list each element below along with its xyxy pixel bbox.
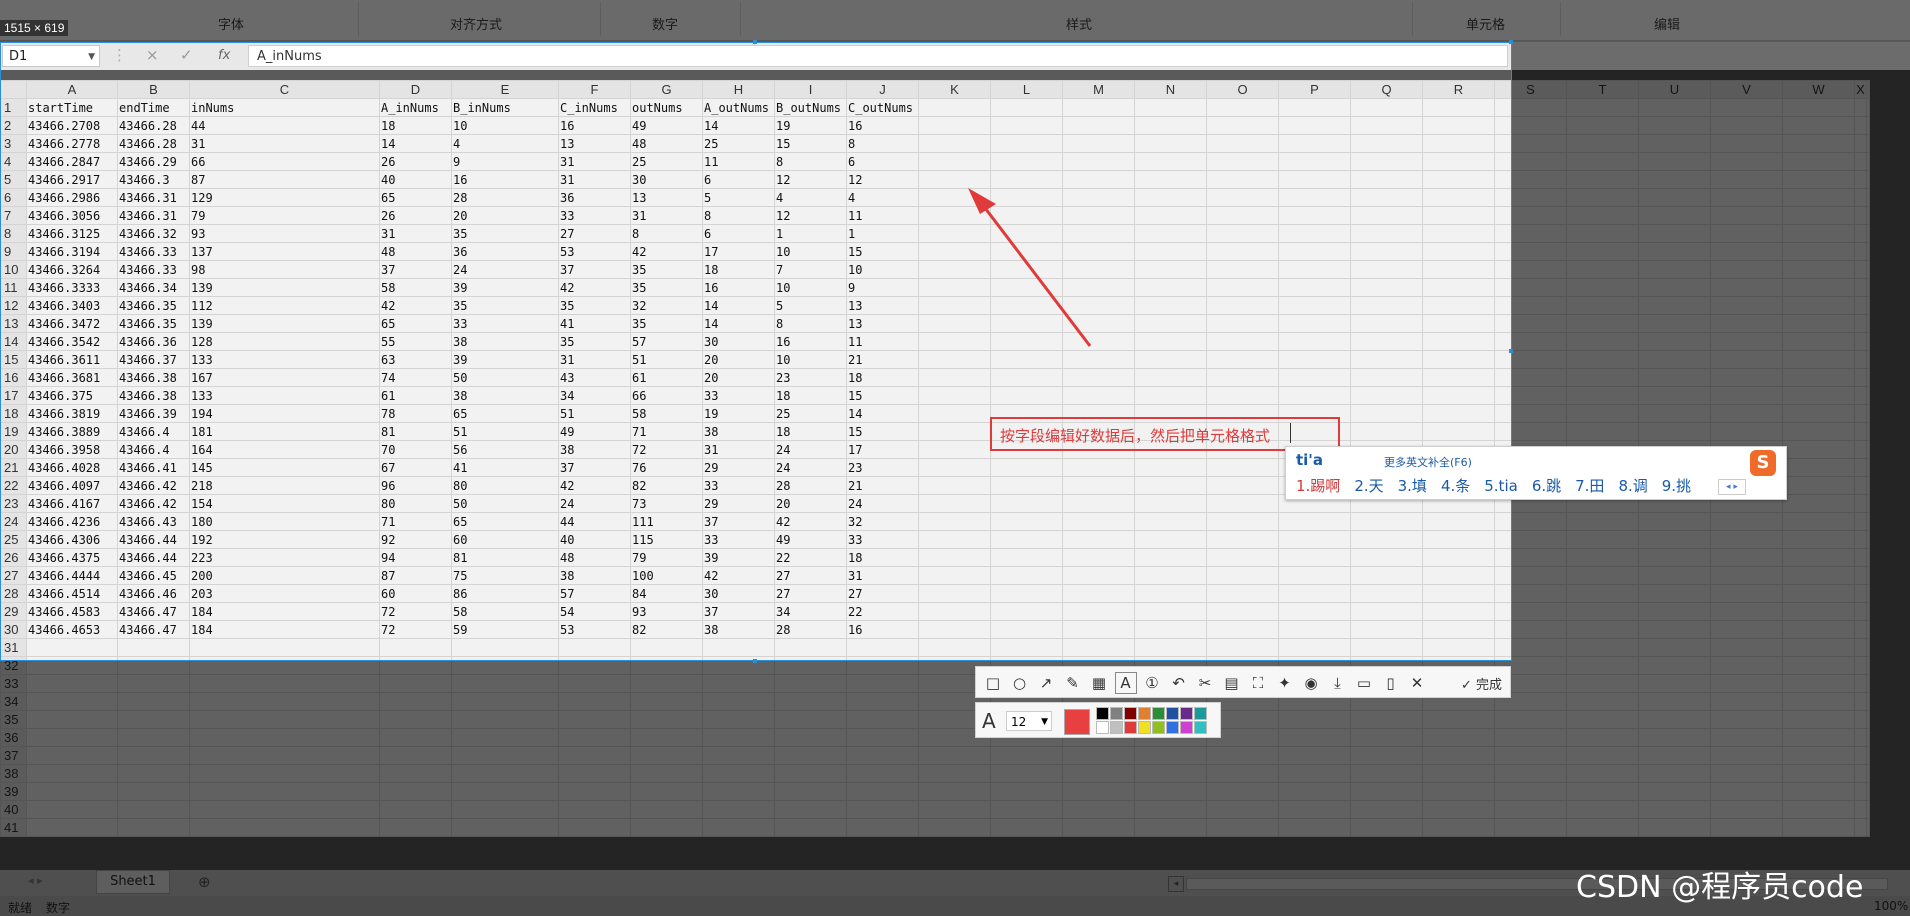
download-icon[interactable]: ⤓ [1327,672,1349,694]
color-swatch[interactable] [1166,707,1179,720]
color-swatch[interactable] [1096,721,1109,734]
mosaic-icon[interactable]: ▦ [1088,672,1110,694]
color-swatch[interactable] [1096,707,1109,720]
zoom-level[interactable]: 100% [1874,899,1908,913]
undo-icon[interactable]: ↶ [1168,672,1190,694]
tab-nav-icon[interactable]: ◂ ▸ [28,874,43,887]
bookmark-icon[interactable]: ▯ [1380,672,1402,694]
ocr-icon[interactable]: ▤ [1221,672,1243,694]
ime-more-link[interactable]: 更多英文补全(F6) [1384,454,1472,470]
color-swatch[interactable] [1166,721,1179,734]
text-icon[interactable]: A [1114,672,1137,694]
screenshot-toolbar: ✓ 完成 □ ○ ↗ ✎ ▦ A ① ↶ ✂ ▤ ⛶ ✦ ◉ ⤓ ▭ ▯ ✕ [975,666,1511,698]
color-swatch[interactable] [1124,721,1137,734]
done-label: 完成 [1475,678,1502,693]
copy-icon[interactable]: ▭ [1353,672,1375,694]
font-size-select[interactable]: 12 ▼ [1006,711,1052,731]
ime-candidate[interactable]: 1.踢啊 [1296,477,1340,495]
ime-candidate[interactable]: 7.田 [1575,477,1604,495]
close-icon[interactable]: ✕ [1406,672,1428,694]
color-swatch[interactable] [1138,707,1151,720]
arrow-head [968,188,996,214]
text-annotation[interactable]: 按字段编辑好数据后，然后把单元格格式 [1000,425,1270,446]
color-swatch[interactable] [1180,707,1193,720]
color-swatch[interactable] [1110,721,1123,734]
arrow-icon[interactable]: ↗ [1035,672,1057,694]
color-swatch[interactable] [1110,707,1123,720]
translate-icon[interactable]: ⛶ [1247,672,1269,694]
ime-candidate-window: ti'a 更多英文补全(F6) S 1.踢啊 2.天 3.填 4.条 5.tia 6.跳 7… [1285,446,1787,500]
check-icon: ✓ [1460,678,1472,693]
chevron-down-icon: ▼ [1041,717,1048,727]
ime-pinyin: ti'a [1296,451,1324,469]
color-swatch[interactable] [1194,721,1207,734]
ime-candidate[interactable]: 3.填 [1398,477,1427,495]
color-swatch[interactable] [1152,707,1165,720]
color-swatch[interactable] [1124,707,1137,720]
record-icon[interactable]: ◉ [1300,672,1322,694]
number-icon[interactable]: ① [1141,672,1163,694]
color-swatch[interactable] [1194,707,1207,720]
ime-candidate[interactable]: 4.条 [1441,477,1470,495]
arrow-shaft [980,203,1092,347]
watermark: CSDN @程序员code [1576,870,1864,905]
ime-candidate[interactable]: 6.跳 [1532,477,1561,495]
rect-icon[interactable]: □ [982,672,1004,694]
scroll-left-icon[interactable]: ◂ [1168,876,1184,892]
current-color-swatch[interactable] [1064,709,1090,735]
status-ready: 就绪 [8,901,33,915]
color-swatch[interactable] [1138,721,1151,734]
add-sheet-icon[interactable]: ⊕ [198,873,211,891]
text-style-bar: A 12 ▼ [975,702,1221,738]
ime-candidates: 1.踢啊 2.天 3.填 4.条 5.tia 6.跳 7.田 8.调 9.挑 [1296,475,1705,496]
color-swatch[interactable] [1152,721,1165,734]
ellipse-icon[interactable]: ○ [1009,672,1031,694]
ime-candidate[interactable]: 2.天 [1354,477,1383,495]
ime-candidate[interactable]: 8.调 [1618,477,1647,495]
color-swatch[interactable] [1180,721,1193,734]
ime-candidate[interactable]: 9.挑 [1662,477,1691,495]
text-caret [1290,423,1291,443]
sogou-logo-icon: S [1750,450,1776,476]
font-size-value: 12 [1011,715,1027,729]
status-mode: 数字 [46,901,71,915]
pin-icon[interactable]: ✂ [1194,672,1216,694]
tab-sheet1[interactable]: Sheet1 [96,870,170,894]
pen-icon[interactable]: ✎ [1062,672,1084,694]
ime-candidate[interactable]: 5.tia [1484,477,1518,495]
ime-pager-icon[interactable]: ◂ ▸ [1718,479,1746,495]
done-button[interactable]: ✓ 完成 [1461,674,1502,693]
font-icon: A [982,709,996,733]
magic-icon[interactable]: ✦ [1274,672,1296,694]
